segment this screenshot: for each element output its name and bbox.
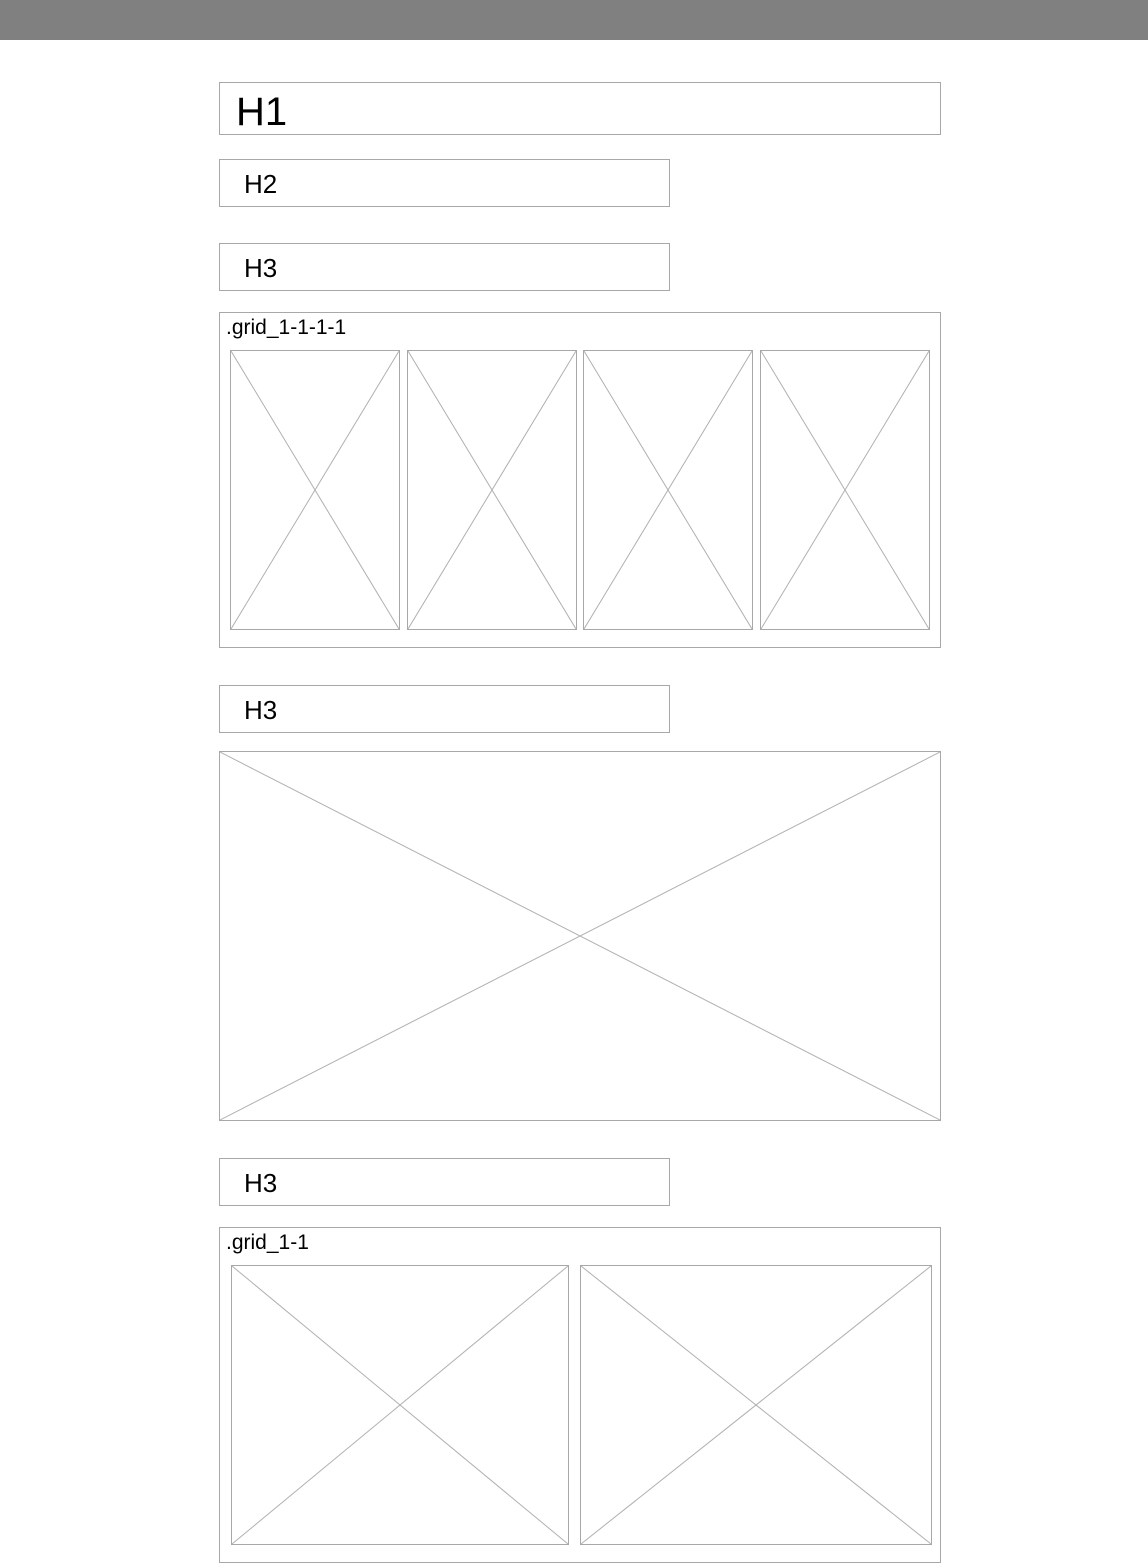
h2-heading: H2	[244, 169, 278, 199]
h3-heading-block-1: H3	[219, 243, 670, 291]
h2-heading-block: H2	[219, 159, 670, 207]
h1-heading-block: H1	[219, 82, 941, 135]
image-placeholder-icon	[231, 1265, 569, 1545]
h3-heading-block-3: H3	[219, 1158, 670, 1206]
grid-two-column: .grid_1-1	[219, 1227, 941, 1563]
image-placeholder-icon	[230, 350, 400, 630]
image-placeholder-icon	[760, 350, 930, 630]
h3-heading-3: H3	[244, 1168, 278, 1198]
h3-heading-1: H3	[244, 253, 278, 283]
grid-four-column: .grid_1-1-1-1	[219, 312, 941, 648]
h3-heading-2: H3	[244, 695, 278, 725]
h3-heading-block-2: H3	[219, 685, 670, 733]
grid-four-column-label: .grid_1-1-1-1	[226, 316, 347, 339]
image-placeholder-icon	[583, 350, 753, 630]
image-placeholder-icon	[407, 350, 577, 630]
top-bar	[0, 0, 1148, 40]
image-placeholder-icon	[219, 751, 941, 1121]
grid-two-column-label: .grid_1-1	[226, 1231, 309, 1254]
image-placeholder-icon	[580, 1265, 932, 1545]
h1-heading: H1	[236, 90, 288, 134]
